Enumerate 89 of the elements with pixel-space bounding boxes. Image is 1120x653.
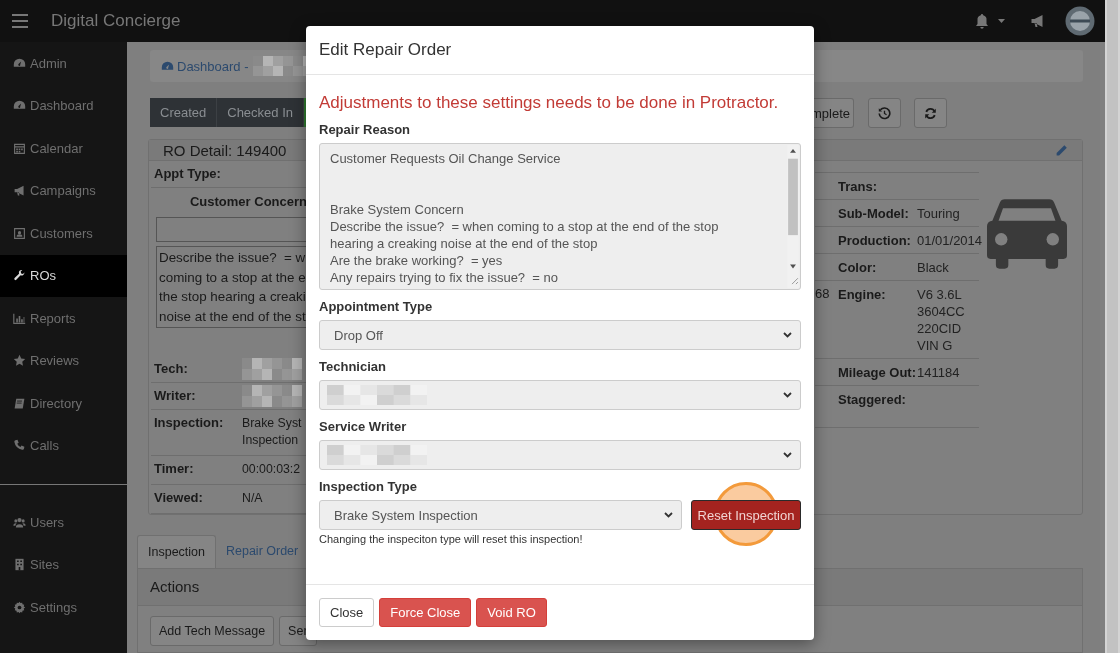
reset-inspection-button[interactable]: Reset Inspection [691,500,801,530]
chevron-icon [664,512,673,518]
id-card-icon [13,226,26,240]
field-label: Repair Reason [319,122,412,137]
chevron-icon [783,452,792,458]
sidebar-item[interactable]: Reviews [0,339,127,382]
field-label: Production: [838,233,911,248]
sidebar-item[interactable]: Users [0,501,127,544]
building-icon [13,558,26,572]
sidebar-item[interactable]: Reports [0,297,127,340]
field-label: Inspection: [154,415,225,432]
calendar-icon [13,141,26,155]
field-value: Touring [917,206,960,221]
field-label: Technician [319,359,387,374]
field-value: N/A [242,490,263,507]
field-label: Service Writer [319,419,408,434]
danger-button[interactable]: Void RO [476,598,547,627]
sidebar-item[interactable]: Sites [0,543,127,586]
field-label: Sub-Model: [838,206,909,221]
field-label: Staggered: [838,392,906,407]
select-field[interactable]: Brake System Inspection [319,500,682,530]
field-label: Appt Type: [154,166,222,181]
refresh-icon [924,106,937,120]
status-step: Created [150,98,218,127]
history-icon [878,106,891,120]
dashboard-gauge-icon [161,59,174,73]
field-value: 00:00:03:2 [242,461,301,478]
caret-icon[interactable] [998,19,1005,23]
sidebar-item[interactable]: Directory [0,382,127,425]
section-heading: Customer Concern [188,193,307,211]
select-field[interactable] [319,440,801,470]
field-label: Viewed: [154,490,204,507]
bar-chart-icon [13,311,26,325]
phone-icon [13,439,26,453]
panel-title: RO Detail: 149400 [163,141,287,159]
breadcrumb-link[interactable]: Dashboard - [161,58,249,74]
menu-icon[interactable] [12,14,28,28]
field-label: Engine: [838,287,886,302]
sidebar-item[interactable]: Customers [0,212,127,255]
danger-button[interactable]: Force Close [379,598,472,627]
sidebar-item[interactable]: Dashboard [0,84,127,127]
field-label: Timer: [154,461,195,478]
status-step: Checked In [217,98,304,127]
history-button[interactable] [868,98,901,128]
input-field[interactable] [156,217,307,242]
field-label: Tech: [154,361,189,376]
field-label: Inspection Type [319,479,418,494]
dashboard-gauge-icon [13,56,26,70]
tab[interactable]: Repair Order [216,535,309,568]
wrench-icon [13,269,26,283]
field-value: Brake Syst Inspection [242,415,302,449]
sidebar-item[interactable]: Admin [0,42,127,85]
field-value: Black [917,260,949,275]
sidebar-item[interactable]: Calendar [0,127,127,170]
field-value: 141184 [917,365,960,380]
app-title: Digital Concierge [51,11,181,31]
bullhorn-icon [13,184,26,198]
car-icon [987,199,1067,269]
close-button[interactable]: Close [319,598,375,627]
refresh-button[interactable] [914,98,947,128]
sidebar-item[interactable]: ROs [0,254,127,297]
sidebar-item[interactable]: Campaigns [0,169,127,212]
chevron-icon [783,392,792,398]
table-cell: 68 [815,286,830,301]
avatar[interactable] [1065,6,1095,36]
sidebar-item[interactable]: Calls [0,424,127,467]
field-label: Writer: [154,388,197,403]
help-text: Changing the inspeciton type will reset this inspection! [319,533,584,545]
users-icon [13,515,26,529]
warning-text: Adjustments to these settings needs to be done in Protractor. [319,93,780,113]
field-value: 01/01/2014 [917,233,983,248]
modal-title: Edit Repair Order [319,40,452,60]
select-field[interactable] [319,380,801,410]
book-icon [13,396,26,410]
text-area[interactable]: Customer Requests Oil Change Service Brake System Concern Describe the issue? = when coming to a stop at the end of the stop hearing a creaking noise at the end of the stop Are the brake working? = yes Any repairs trying to fix the issue? = no [319,143,801,290]
sidebar-item[interactable]: Settings [0,586,127,629]
chevron-icon [783,332,792,338]
field-label: Mileage Out: [838,365,916,380]
star-icon [13,354,26,368]
bullhorn-icon[interactable] [1029,13,1046,29]
tab[interactable]: Inspection [137,535,216,568]
field-label: Trans: [838,179,877,194]
field-value: V6 3.6L 3604CC 220CID VIN G [917,287,965,353]
settings-icon [13,600,26,614]
bell-icon[interactable] [974,13,990,29]
select-field[interactable]: Drop Off [319,320,801,350]
field-label: Color: [838,260,877,275]
action-button[interactable]: Add Tech Message [150,616,275,646]
field-label: Appointment Type [319,299,434,314]
